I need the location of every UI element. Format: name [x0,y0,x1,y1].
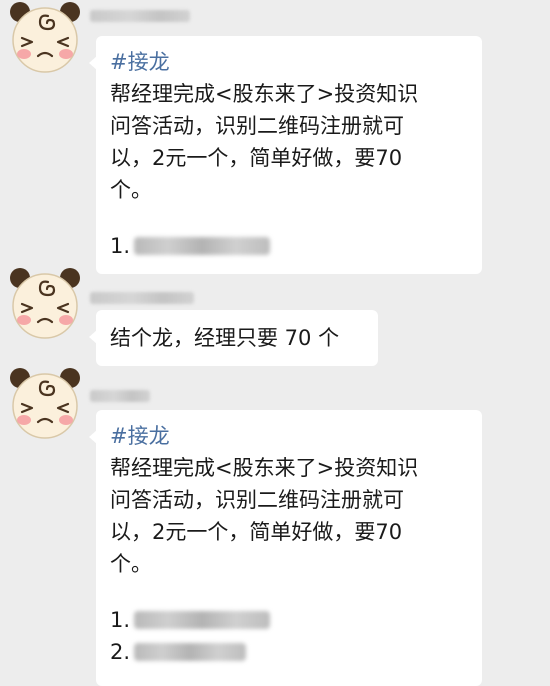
blurred-name [134,237,270,255]
sender-avatar[interactable] [8,266,82,340]
relay-list-item: 2. [110,636,466,668]
blurred-name [134,611,270,629]
sender-avatar[interactable] [8,366,82,440]
sender-avatar[interactable] [8,0,82,74]
message-line: 问答活动，识别二维码注册就可 [110,114,404,138]
relay-list-item: 1. [110,230,466,262]
message-bubble[interactable]: #接龙 帮经理完成<股东来了>投资知识 问答活动，识别二维码注册就可 以，2元一… [89,36,482,274]
panda-avatar-icon [10,2,80,73]
hashtag[interactable]: #接龙 [110,420,466,452]
panda-avatar-icon [10,268,80,339]
message-line: 个。 [110,552,152,576]
message-line: 以，2元一个，简单好做，要70 [110,520,403,544]
message-text: 结个龙，经理只要 70 个 [110,326,340,350]
message-bubble[interactable]: 结个龙，经理只要 70 个 [89,310,378,366]
message-bubble[interactable]: #接龙 帮经理完成<股东来了>投资知识 问答活动，识别二维码注册就可 以，2元一… [89,410,482,686]
message-line: 问答活动，识别二维码注册就可 [110,488,404,512]
panda-avatar-icon [10,368,80,439]
hashtag[interactable]: #接龙 [110,46,466,78]
sender-name [90,390,150,402]
blurred-name [134,643,246,661]
message-line: 帮经理完成<股东来了>投资知识 [110,456,419,480]
relay-list-item: 1. [110,604,466,636]
list-number: 2. [110,640,131,664]
sender-name [90,292,194,304]
sender-name [90,10,190,22]
message-line: 个。 [110,178,152,202]
list-number: 1. [110,608,131,632]
message-line: 以，2元一个，简单好做，要70 [110,146,403,170]
message-line: 帮经理完成<股东来了>投资知识 [110,82,419,106]
list-number: 1. [110,234,131,258]
